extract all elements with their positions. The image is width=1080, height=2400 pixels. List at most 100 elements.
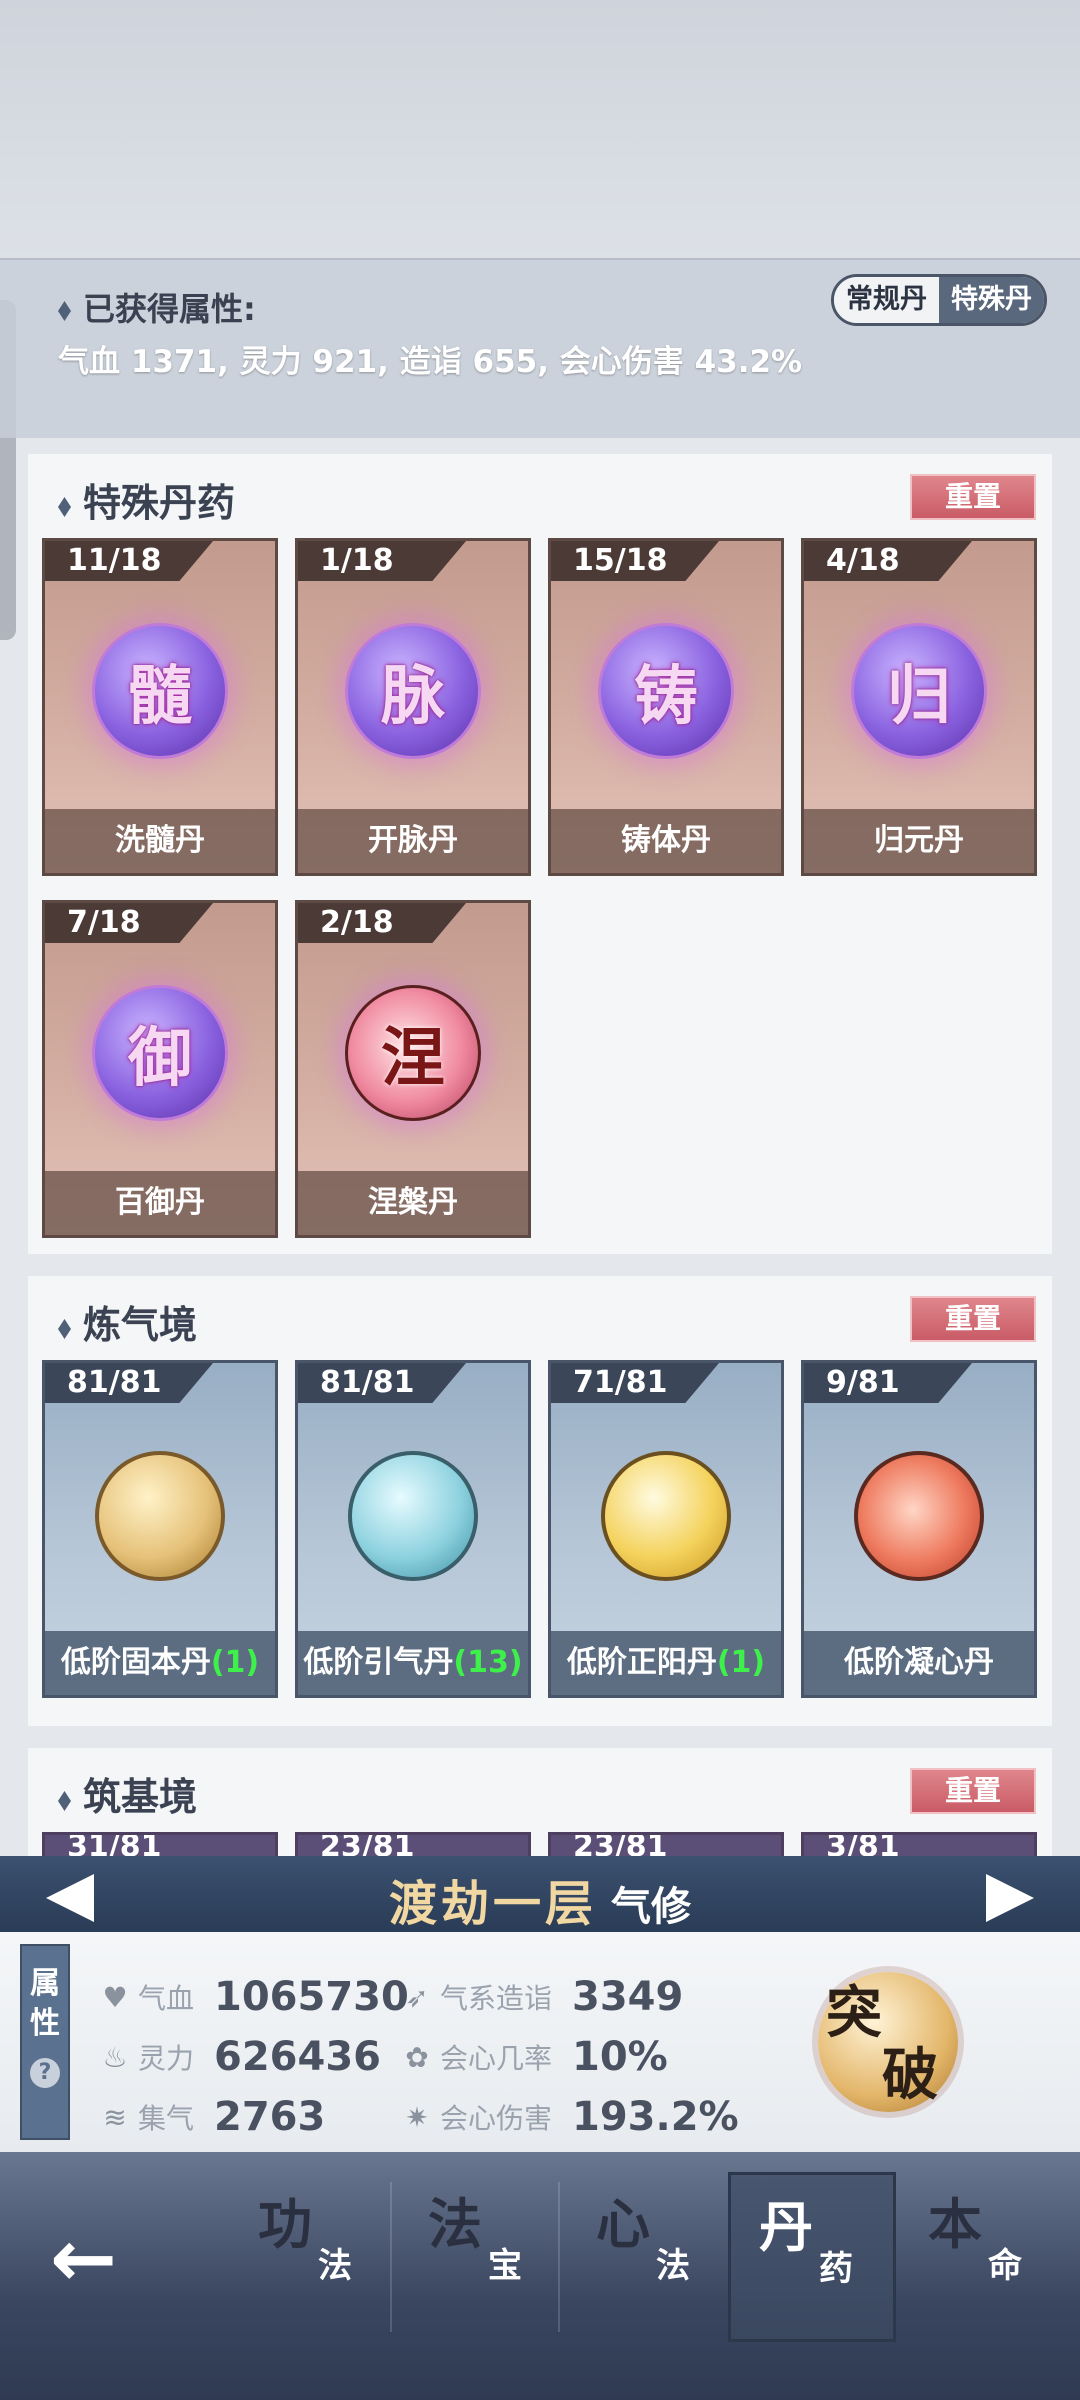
stat-value: 2763 bbox=[214, 2094, 326, 2140]
stat-value: 1065730 bbox=[214, 1974, 409, 2020]
pill-quantity: (1) bbox=[716, 1645, 766, 1680]
toggle-special-pills[interactable]: 特殊丹 bbox=[939, 277, 1044, 323]
reset-button[interactable]: 重置 bbox=[910, 1768, 1036, 1814]
realm-type: 气修 bbox=[611, 1884, 691, 1930]
stat-zaoyi: ➶ 气系造诣 3349 bbox=[400, 1974, 683, 2020]
pill-name: 铸体丹 bbox=[551, 809, 781, 873]
next-realm-arrow-icon[interactable] bbox=[986, 1874, 1034, 1922]
pill-count: 81/81 bbox=[320, 1365, 415, 1400]
pill-card[interactable]: 1/18 脉 开脉丹 bbox=[295, 538, 531, 876]
pill-card[interactable]: 11/18 髓 洗髓丹 bbox=[42, 538, 278, 876]
diamond-icon bbox=[58, 1791, 71, 1811]
back-arrow-icon[interactable]: ← bbox=[50, 2212, 117, 2305]
stat-label: 集气 bbox=[138, 2102, 195, 2135]
pill-count: 23/81 bbox=[320, 1832, 415, 1858]
attributes-tab-char: 属 bbox=[30, 1966, 60, 2001]
nav-xinfa[interactable]: 心 法 bbox=[568, 2172, 736, 2342]
stat-label: 会心伤害 bbox=[440, 2102, 553, 2135]
pill-type-toggle[interactable]: 常规丹 特殊丹 bbox=[831, 274, 1047, 326]
stat-value: 3349 bbox=[572, 1974, 684, 2020]
pill-count: 3/81 bbox=[826, 1832, 900, 1858]
stat-qixue: ♥ 气血 1065730 bbox=[98, 1974, 409, 2020]
pill-card[interactable]: 23/81 bbox=[295, 1832, 531, 1858]
nav-small-char: 法 bbox=[656, 2246, 690, 2286]
pill-icon: 归 bbox=[851, 623, 987, 759]
swirl-icon: ≋ bbox=[103, 2100, 127, 2134]
pill-card[interactable]: 31/81 bbox=[42, 1832, 278, 1858]
stat-huixin-damage: ✷ 会心伤害 193.2% bbox=[400, 2094, 738, 2140]
nav-big-char: 法 bbox=[428, 2192, 482, 2256]
nav-gongfa[interactable]: 功 法 bbox=[230, 2172, 398, 2342]
reset-button[interactable]: 重置 bbox=[910, 1296, 1036, 1342]
nav-fabao[interactable]: 法 宝 bbox=[400, 2172, 568, 2342]
obtained-attributes-panel: 已获得属性: 气血 1371, 灵力 921, 造诣 655, 会心伤害 43.… bbox=[0, 258, 1080, 438]
pill-card[interactable]: 4/18 归 归元丹 bbox=[801, 538, 1037, 876]
pill-count: 2/18 bbox=[320, 905, 394, 940]
burst-icon: ✷ bbox=[405, 2100, 429, 2134]
stat-label: 气血 bbox=[138, 1982, 195, 2015]
pill-card[interactable]: 81/81 低阶引气丹(13) bbox=[295, 1360, 531, 1698]
pill-card[interactable]: 3/81 bbox=[801, 1832, 1037, 1858]
pill-icon: 髓 bbox=[92, 623, 228, 759]
diamond-icon bbox=[58, 1319, 71, 1339]
pill-orb-icon bbox=[601, 1451, 731, 1581]
diamond-icon bbox=[58, 497, 71, 517]
stat-label: 灵力 bbox=[138, 2042, 195, 2075]
nav-big-char: 本 bbox=[928, 2192, 982, 2256]
nav-benming[interactable]: 本 命 bbox=[900, 2172, 1068, 2342]
crit-rate-icon: ✿ bbox=[405, 2040, 429, 2074]
pill-name-label: 低阶凝心丹 bbox=[804, 1631, 1034, 1695]
pill-icon: 铸 bbox=[598, 623, 734, 759]
section-title: 筑基境 bbox=[58, 1766, 197, 1821]
help-icon[interactable]: ? bbox=[30, 2058, 60, 2088]
pill-card[interactable]: 2/18 涅 涅槃丹 bbox=[295, 900, 531, 1238]
attributes-tab-char: 性 bbox=[30, 2006, 60, 2041]
nav-small-char: 命 bbox=[988, 2246, 1022, 2286]
pill-count: 31/81 bbox=[67, 1832, 162, 1858]
zhuji-realm-section: 筑基境 重置 31/81 23/81 23/81 3/81 bbox=[28, 1748, 1052, 1858]
pill-name-label: 低阶固本丹(1) bbox=[45, 1631, 275, 1695]
pill-name: 洗髓丹 bbox=[45, 809, 275, 873]
pill-name: 低阶引气丹 bbox=[303, 1645, 454, 1680]
section-title: 炼气境 bbox=[58, 1294, 197, 1349]
pill-name: 涅槃丹 bbox=[298, 1171, 528, 1235]
pill-name: 低阶固本丹 bbox=[60, 1645, 211, 1680]
realm-name: 渡劫一层 bbox=[388, 1876, 597, 1932]
pill-card[interactable]: 15/18 铸 铸体丹 bbox=[548, 538, 784, 876]
stat-label: 会心几率 bbox=[440, 2042, 553, 2075]
pill-quantity: (13) bbox=[453, 1645, 523, 1680]
stat-value: 10% bbox=[572, 2034, 668, 2080]
pill-card[interactable]: 7/18 御 百御丹 bbox=[42, 900, 278, 1238]
attributes-values: 气血 1371, 灵力 921, 造诣 655, 会心伤害 43.2% bbox=[58, 344, 803, 380]
pill-count: 15/18 bbox=[573, 543, 668, 578]
pill-count: 1/18 bbox=[320, 543, 394, 578]
nav-small-char: 宝 bbox=[488, 2246, 522, 2286]
top-background bbox=[0, 0, 1080, 260]
pill-count: 71/81 bbox=[573, 1365, 668, 1400]
attributes-tab[interactable]: 属 性 ? bbox=[20, 1944, 70, 2140]
pill-card[interactable]: 81/81 低阶固本丹(1) bbox=[42, 1360, 278, 1698]
wind-icon: ➶ bbox=[405, 1980, 429, 2014]
flame-icon: ♨ bbox=[102, 2040, 128, 2074]
pill-name: 低阶正阳丹 bbox=[566, 1645, 717, 1680]
toggle-regular-pills[interactable]: 常规丹 bbox=[834, 277, 939, 323]
nav-big-char: 心 bbox=[596, 2192, 650, 2256]
breakthrough-button[interactable]: 突 破 bbox=[800, 1972, 970, 2122]
pill-count: 23/81 bbox=[573, 1832, 668, 1858]
pill-card[interactable]: 23/81 bbox=[548, 1832, 784, 1858]
pill-count: 9/81 bbox=[826, 1365, 900, 1400]
stat-huixin-rate: ✿ 会心几率 10% bbox=[400, 2034, 668, 2080]
diamond-icon bbox=[58, 301, 71, 321]
nav-danyao[interactable]: 丹 药 bbox=[728, 2172, 896, 2342]
nav-divider bbox=[558, 2182, 560, 2332]
section-title: 特殊丹药 bbox=[58, 472, 235, 527]
pill-icon: 涅 bbox=[345, 985, 481, 1121]
pill-card[interactable]: 71/81 低阶正阳丹(1) bbox=[548, 1360, 784, 1698]
pill-card[interactable]: 9/81 低阶凝心丹 bbox=[801, 1360, 1037, 1698]
pill-orb-icon bbox=[95, 1451, 225, 1581]
stat-label: 气系造诣 bbox=[440, 1982, 553, 2015]
realm-bar: 渡劫一层 气修 bbox=[0, 1856, 1080, 1932]
reset-button[interactable]: 重置 bbox=[910, 474, 1036, 520]
breakthrough-char: 突 bbox=[826, 1980, 882, 2046]
pill-orb-icon bbox=[348, 1451, 478, 1581]
